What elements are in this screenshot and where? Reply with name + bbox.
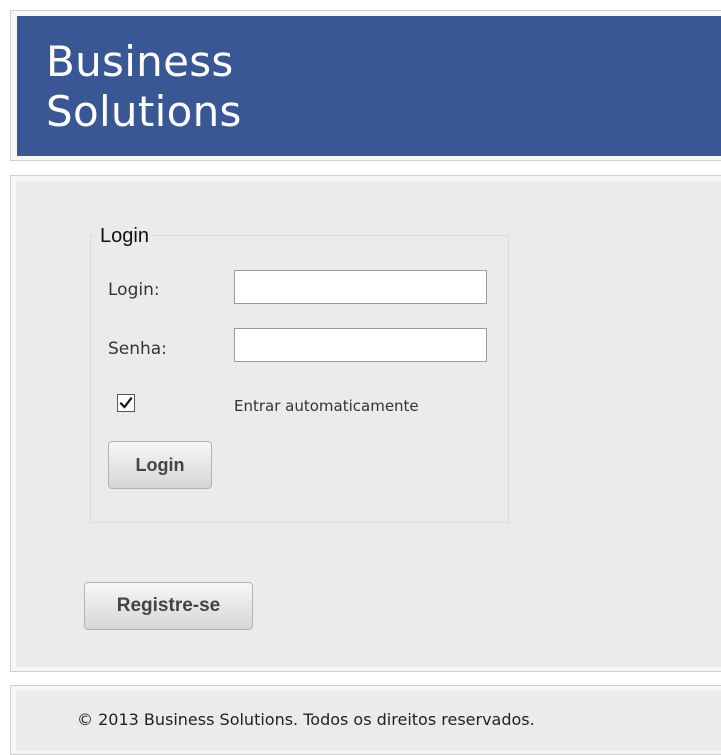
login-button[interactable]: Login (108, 441, 212, 489)
password-field-label: Senha: (108, 339, 167, 359)
login-input[interactable] (234, 270, 487, 304)
brand-logo: Business Solutions (46, 37, 242, 137)
register-button[interactable]: Registre-se (84, 582, 253, 630)
checkmark-icon (119, 396, 133, 409)
header: Business Solutions (10, 10, 721, 161)
brand-line-2: Solutions (46, 87, 242, 136)
brand-line-1: Business (46, 37, 234, 86)
login-field-label: Login: (108, 280, 160, 300)
main-panel: Login Login: Senha: Entrar automaticamen… (16, 181, 721, 667)
header-banner: Business Solutions (17, 16, 721, 156)
password-input[interactable] (234, 328, 487, 362)
footer: © 2013 Business Solutions. Todos os dire… (10, 685, 721, 755)
remember-me-checkbox[interactable] (117, 394, 135, 412)
main-content: Login Login: Senha: Entrar automaticamen… (10, 175, 721, 672)
footer-panel: © 2013 Business Solutions. Todos os dire… (16, 691, 721, 751)
remember-me-label: Entrar automaticamente (234, 397, 419, 415)
login-legend: Login (97, 224, 152, 248)
copyright-text: © 2013 Business Solutions. Todos os dire… (77, 710, 535, 729)
